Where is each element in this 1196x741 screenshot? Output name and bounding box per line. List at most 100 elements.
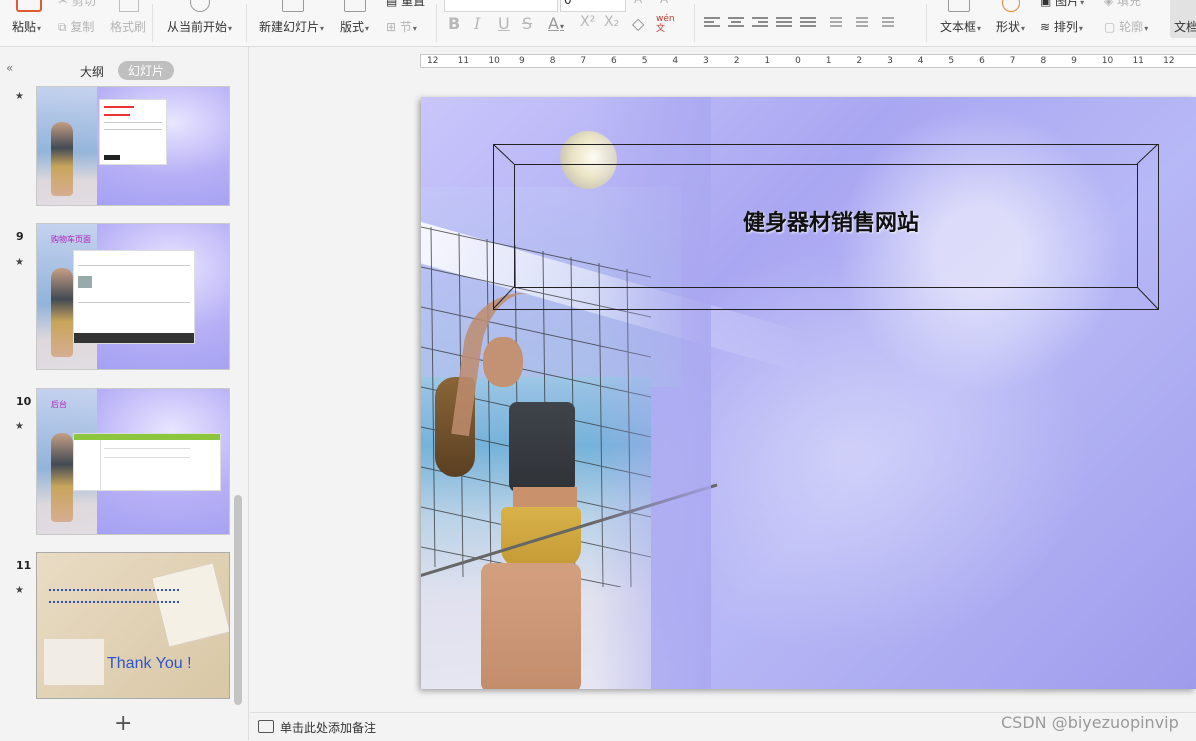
subscript-button[interactable]: X₂ <box>604 14 619 30</box>
image-button[interactable]: ▣ 图片▾ <box>1040 0 1084 9</box>
underline-button[interactable]: U <box>498 14 510 33</box>
thumb-caption: 购物车页面 <box>51 235 91 244</box>
slide-number: 9 <box>16 230 24 243</box>
arrange-button[interactable]: ≋ 排列▾ <box>1040 18 1083 35</box>
tab-slides[interactable]: 幻灯片 <box>118 61 175 80</box>
thumb-caption: 后台 <box>51 400 67 409</box>
clear-format-icon[interactable]: ◇ <box>632 14 644 33</box>
shape-button[interactable]: 形状▾ <box>996 18 1025 35</box>
section-button[interactable]: ⊞ 节▾ <box>386 18 417 35</box>
align-center-icon[interactable] <box>728 17 744 29</box>
ruler-tick-label: 3 <box>887 56 893 66</box>
thumb-photo <box>44 639 104 685</box>
ruler-tick-label: 11 <box>1132 56 1144 66</box>
ruler-tick-label: 7 <box>580 56 587 66</box>
align-right-icon[interactable] <box>752 17 768 29</box>
ruler-tick-label: 3 <box>703 56 709 66</box>
slide-number: 10 <box>16 395 32 408</box>
divider <box>436 4 437 42</box>
superscript-button[interactable]: X² <box>580 14 595 30</box>
new-slide-label: 新建幻灯片 <box>259 20 320 34</box>
paste-label: 粘贴 <box>12 20 37 34</box>
paragraph-spacing-icon[interactable] <box>882 17 898 29</box>
grow-font-button[interactable]: A <box>634 0 642 6</box>
line-spacing-icon[interactable] <box>830 17 846 29</box>
text-tool-button[interactable]: 文档 <box>1170 0 1196 38</box>
slide-title[interactable]: 健身器材销售网站 <box>581 205 1081 237</box>
thumb-figure <box>51 267 73 358</box>
ruler-tick-label: 12 <box>1163 56 1175 66</box>
slide-thumbnail[interactable]: 后台 <box>36 388 230 535</box>
ruler-tick-label: 7 <box>1009 56 1016 66</box>
font-size-combo[interactable]: 0 <box>560 0 626 12</box>
new-slide-button[interactable]: 新建幻灯片▾ <box>259 18 324 35</box>
ruler-tick-label: 10 <box>1101 56 1114 66</box>
layout-label: 版式 <box>340 20 365 34</box>
copy-label: 复制 <box>70 20 95 34</box>
cut-label: 剪切 <box>71 0 96 8</box>
player-top <box>509 402 575 492</box>
slide-canvas[interactable]: 健身器材销售网站 <box>421 97 1196 689</box>
panel-scrollbar[interactable] <box>234 495 242 705</box>
ruler-tick-label: 8 <box>1040 56 1047 66</box>
copy-icon: ⧉ <box>58 20 67 34</box>
italic-button[interactable]: I <box>474 14 480 33</box>
divider <box>246 4 247 42</box>
outline-button[interactable]: ▢ 轮廓▾ <box>1104 18 1148 35</box>
divider <box>926 4 927 42</box>
collapse-panel-icon[interactable]: « <box>6 61 13 75</box>
strikethrough-button[interactable]: S <box>522 14 532 33</box>
paste-button[interactable]: 粘贴▾ <box>12 18 41 35</box>
phonetic-button[interactable]: wén 文 <box>656 14 675 34</box>
font-size-value: 0 <box>564 0 572 7</box>
section-label: 节 <box>399 20 412 34</box>
format-painter-label: 格式刷 <box>110 20 147 34</box>
watermark: CSDN @biyezuopinvip <box>1001 713 1179 732</box>
new-slide-icon <box>282 0 304 12</box>
slide-thumbnail[interactable] <box>36 86 230 206</box>
divider <box>694 4 695 42</box>
slide-number: 11 <box>16 559 32 572</box>
thumb-figure <box>51 122 73 196</box>
fill-button[interactable]: ◈ 填充 <box>1104 0 1141 9</box>
textbox-button[interactable]: 文本框▾ <box>940 18 981 35</box>
align-left-icon[interactable] <box>704 17 720 29</box>
font-color-button[interactable]: A▾ <box>548 14 564 33</box>
ruler-tick-label: 2 <box>856 56 863 66</box>
slide-thumbnail[interactable]: 购物车页面 <box>36 223 230 370</box>
font-name-combo[interactable] <box>444 0 558 12</box>
ruler-tick-label: 4 <box>672 56 679 66</box>
ruler-tick-label: 6 <box>611 56 617 66</box>
image-label: 图片 <box>1055 0 1080 8</box>
format-painter-button[interactable]: 格式刷 <box>110 18 146 35</box>
outline-icon: ▢ <box>1104 20 1116 34</box>
ruler-tick-label: 12 <box>427 56 439 66</box>
reset-button[interactable]: ▤ 重置 <box>386 0 425 9</box>
textbox-label: 文本框 <box>940 20 977 34</box>
add-slide-button[interactable]: + <box>114 711 132 736</box>
distribute-icon[interactable] <box>800 17 816 29</box>
animation-star-icon: ★ <box>15 91 24 102</box>
notes-placeholder[interactable]: 单击此处添加备注 <box>280 719 376 736</box>
ruler-tick-label: 8 <box>549 56 556 66</box>
bold-button[interactable]: B <box>448 14 460 33</box>
animation-star-icon: ★ <box>15 585 24 596</box>
shrink-font-button[interactable]: A <box>660 0 668 6</box>
thumb-screenshot <box>99 99 167 165</box>
indent-icon[interactable] <box>856 17 872 29</box>
cut-button[interactable]: ✂ 剪切 <box>58 0 96 9</box>
ruler-tick-label: 2 <box>733 56 740 66</box>
ribbon-toolbar: 粘贴▾ ✂ 剪切 ⧉ 复制 格式刷 从当前开始▾ 新建幻灯片▾ 版式▾ ▤ 重置… <box>0 0 1196 47</box>
ruler-tick-label: 9 <box>1071 56 1077 66</box>
copy-button[interactable]: ⧉ 复制 <box>58 18 94 35</box>
horizontal-ruler[interactable]: 12 11 10 9 8 7 6 5 4 3 2 1 0 1 2 3 4 5 6 7 8 9 10 11 12 <box>420 54 1196 68</box>
justify-icon[interactable] <box>776 17 792 29</box>
thumb-text-lines <box>49 589 179 603</box>
arrange-icon: ≋ <box>1040 20 1051 34</box>
layout-button[interactable]: 版式▾ <box>340 18 369 35</box>
tab-outline[interactable]: 大纲 <box>80 63 104 80</box>
from-current-button[interactable]: 从当前开始▾ <box>167 18 232 35</box>
ruler-tick-label: 1 <box>764 56 771 66</box>
section-icon: ⊞ <box>386 20 397 34</box>
slide-thumbnail-selected[interactable]: Thank You ! <box>36 552 230 699</box>
